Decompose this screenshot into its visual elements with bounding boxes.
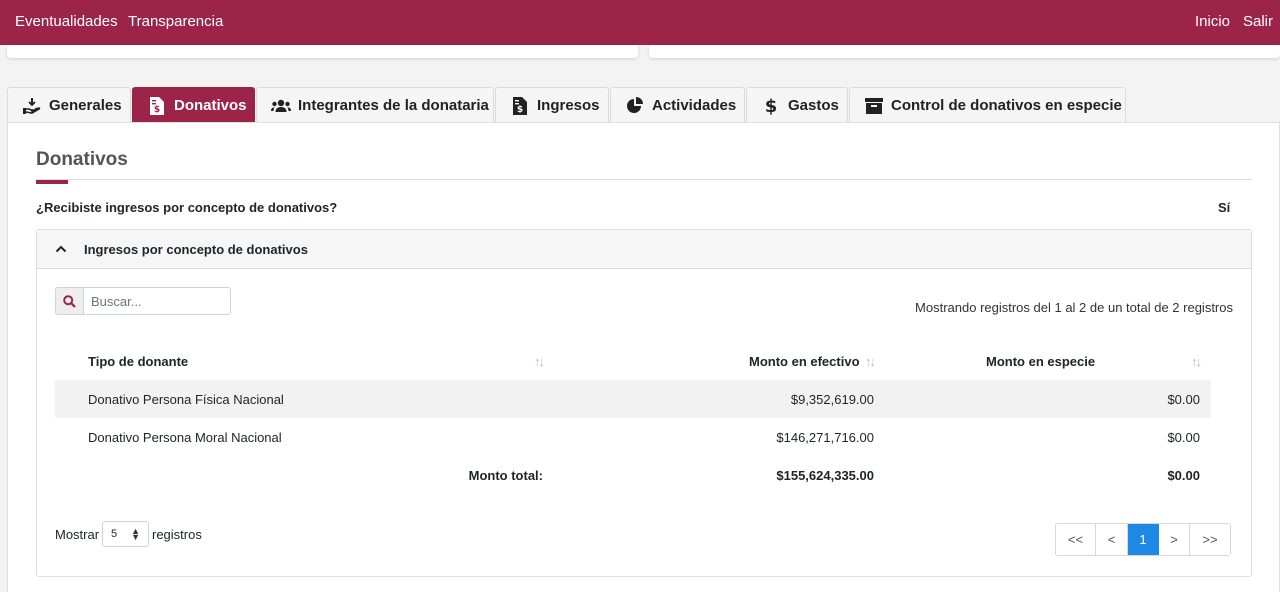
tab-control-donativos-especie[interactable]: Control de donativos en especie — [849, 87, 1126, 123]
tab-content-panel: Donativos ¿Recibiste ingresos por concep… — [7, 122, 1280, 592]
table-row: Donativo Persona Física Nacional $9,352,… — [55, 380, 1211, 418]
tab-label: Generales — [49, 97, 122, 114]
column-header-monto-especie[interactable]: Monto en especie — [986, 354, 1095, 369]
total-label: Monto total: — [468, 468, 543, 483]
sort-icon[interactable]: ↑↓ — [534, 354, 545, 369]
search-icon — [55, 287, 83, 315]
table-row: Donativo Persona Moral Nacional $146,271… — [55, 418, 1211, 456]
page-size-label: Mostrar — [55, 527, 100, 542]
svg-text:$: $ — [154, 105, 160, 115]
page-size-select[interactable]: 5 ▲ ▼ — [102, 521, 149, 547]
card-fragment-right — [649, 45, 1280, 58]
pagination-last[interactable]: >> — [1190, 524, 1230, 555]
sort-icon[interactable]: ↑↓ — [865, 354, 876, 369]
cell-monto-especie: $0.00 — [1167, 392, 1200, 407]
users-icon — [271, 96, 291, 116]
tab-gastos[interactable]: $ Gastos — [746, 87, 848, 123]
cell-monto-efectivo: $9,352,619.00 — [790, 392, 874, 407]
top-navbar: Eventualidades Transparencia Inicio Sali… — [0, 0, 1280, 45]
cell-tipo-donante: Donativo Persona Física Nacional — [88, 392, 284, 407]
file-invoice-dollar-icon: $ — [147, 96, 167, 116]
title-divider — [36, 179, 1252, 180]
total-monto-efectivo: $155,624,335.00 — [776, 468, 874, 483]
pagination: << < 1 > >> — [1055, 523, 1231, 556]
tab-donativos[interactable]: $ Donativos — [132, 87, 255, 123]
donations-question: ¿Recibiste ingresos por concepto de dona… — [36, 200, 338, 215]
page-size-value: 5 — [111, 528, 118, 540]
total-monto-especie: $0.00 — [1167, 468, 1200, 483]
hand-holding-dollar-icon — [22, 96, 42, 116]
nav-link-inicio[interactable]: Inicio — [1195, 13, 1230, 30]
tab-label: Actividades — [652, 97, 737, 114]
pagination-prev[interactable]: < — [1096, 524, 1128, 555]
pagination-next[interactable]: > — [1159, 524, 1190, 555]
pagination-page-1[interactable]: 1 — [1128, 524, 1159, 555]
tab-label: Donativos — [174, 97, 247, 114]
page-size-suffix: registros — [152, 527, 202, 542]
card-fragment-left — [7, 45, 638, 58]
pagination-first[interactable]: << — [1056, 524, 1096, 555]
archive-icon — [864, 96, 884, 116]
select-arrows-icon: ▲ ▼ — [131, 526, 140, 542]
tab-ingresos[interactable]: $ Ingresos — [495, 87, 609, 123]
nav-link-eventualidades[interactable]: Eventualidades — [15, 13, 118, 30]
nav-link-salir[interactable]: Salir — [1243, 13, 1273, 30]
table-total-row: Monto total: $155,624,335.00 $0.00 — [55, 456, 1211, 494]
accordion-ingresos-donativos: Ingresos por concepto de donativos Mostr… — [36, 229, 1252, 577]
tab-label: Integrantes de la donataria — [298, 97, 489, 114]
sort-icon[interactable]: ↑↓ — [1191, 354, 1202, 369]
tab-label: Ingresos — [537, 97, 600, 114]
section-title: Donativos — [36, 149, 128, 170]
chevron-up-icon — [55, 242, 67, 260]
title-accent-bar — [36, 180, 68, 184]
tab-label: Control de donativos en especie — [891, 97, 1122, 114]
cell-tipo-donante: Donativo Persona Moral Nacional — [88, 430, 282, 445]
accordion-header[interactable]: Ingresos por concepto de donativos — [37, 230, 1251, 269]
cell-monto-efectivo: $146,271,716.00 — [776, 430, 874, 445]
svg-text:$: $ — [517, 105, 523, 115]
cell-monto-especie: $0.00 — [1167, 430, 1200, 445]
accordion-title: Ingresos por concepto de donativos — [84, 242, 308, 257]
donations-answer: Sí — [1218, 200, 1231, 215]
svg-text:$: $ — [765, 96, 777, 116]
tab-label: Gastos — [788, 97, 839, 114]
tab-actividades[interactable]: Actividades — [610, 87, 745, 123]
column-header-tipo-donante[interactable]: Tipo de donante — [88, 354, 188, 369]
records-info: Mostrando registros del 1 al 2 de un tot… — [915, 300, 1233, 315]
tab-integrantes[interactable]: Integrantes de la donataria — [256, 87, 494, 123]
chart-pie-icon — [625, 96, 645, 116]
nav-link-transparencia[interactable]: Transparencia — [128, 13, 223, 30]
search-input[interactable] — [83, 287, 231, 315]
dollar-sign-icon: $ — [761, 96, 781, 116]
column-header-monto-efectivo[interactable]: Monto en efectivo — [749, 354, 860, 369]
tab-generales[interactable]: Generales — [7, 87, 131, 123]
file-invoice-dollar-icon: $ — [510, 96, 530, 116]
